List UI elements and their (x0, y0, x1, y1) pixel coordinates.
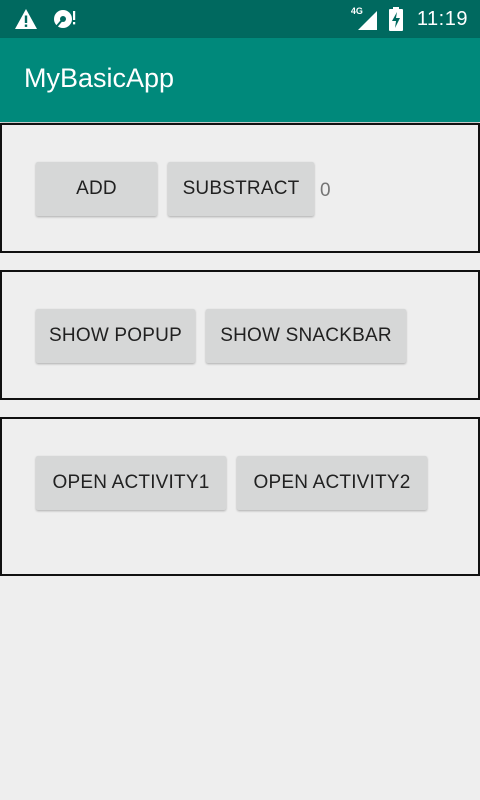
battery-charging-icon (388, 7, 403, 31)
app-title: MyBasicApp (24, 63, 175, 93)
app-bar: MyBasicApp (0, 38, 480, 122)
sd-card-alert-icon (52, 8, 78, 30)
notification-panel: SHOW POPUP SHOW SNACKBAR (0, 270, 480, 400)
notification-icons (14, 8, 78, 30)
activity-panel: OPEN ACTIVITY1 OPEN ACTIVITY2 (0, 417, 480, 576)
system-status: 4G 11:19 (351, 0, 468, 38)
counter-value: 0 (320, 180, 331, 201)
clock: 11:19 (416, 7, 468, 30)
status-bar: 4G 11:19 (0, 0, 480, 38)
add-button[interactable]: ADD (36, 162, 157, 216)
signal-icon: 4G (351, 6, 379, 31)
show-popup-button[interactable]: SHOW POPUP (36, 309, 195, 363)
open-activity1-button[interactable]: OPEN ACTIVITY1 (36, 456, 226, 510)
counter-panel: ADD SUBSTRACT 0 (0, 123, 480, 253)
subtract-button[interactable]: SUBSTRACT (168, 162, 314, 216)
warning-icon (14, 8, 38, 30)
open-activity2-button[interactable]: OPEN ACTIVITY2 (237, 456, 427, 510)
show-snackbar-button[interactable]: SHOW SNACKBAR (206, 309, 406, 363)
